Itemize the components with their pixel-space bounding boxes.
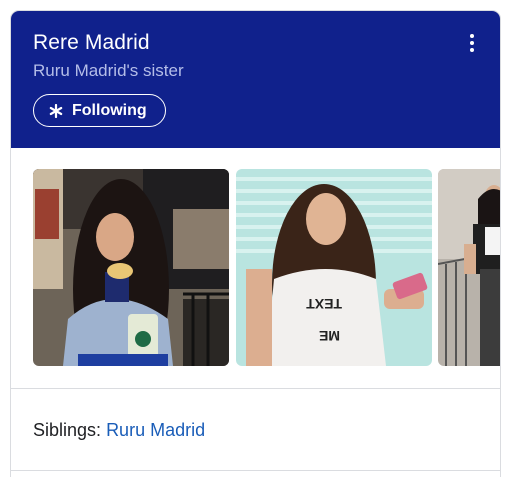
image-gallery[interactable]: TEXT ME <box>33 169 500 366</box>
following-label: Following <box>72 101 147 119</box>
more-options-button[interactable] <box>460 31 484 55</box>
divider <box>11 388 500 389</box>
photo-3[interactable] <box>438 169 500 366</box>
svg-text:ME: ME <box>319 328 340 344</box>
svg-text:TEXT: TEXT <box>306 296 342 312</box>
siblings-label: Siblings: <box>33 420 102 440</box>
card-header: Rere Madrid Ruru Madrid's sister Followi… <box>11 11 500 148</box>
following-button[interactable]: Following <box>33 94 166 127</box>
asterisk-icon <box>49 103 63 118</box>
entity-subtitle: Ruru Madrid's sister <box>33 61 184 80</box>
knowledge-card: Rere Madrid Ruru Madrid's sister Followi… <box>10 10 501 477</box>
siblings-row: Siblings: Ruru Madrid <box>33 420 205 441</box>
photo-1[interactable] <box>33 169 229 366</box>
divider <box>11 470 500 471</box>
photo-2[interactable]: TEXT ME <box>236 169 432 366</box>
sibling-link[interactable]: Ruru Madrid <box>106 420 205 440</box>
more-vert-icon <box>470 34 474 38</box>
entity-title: Rere Madrid <box>33 31 150 54</box>
